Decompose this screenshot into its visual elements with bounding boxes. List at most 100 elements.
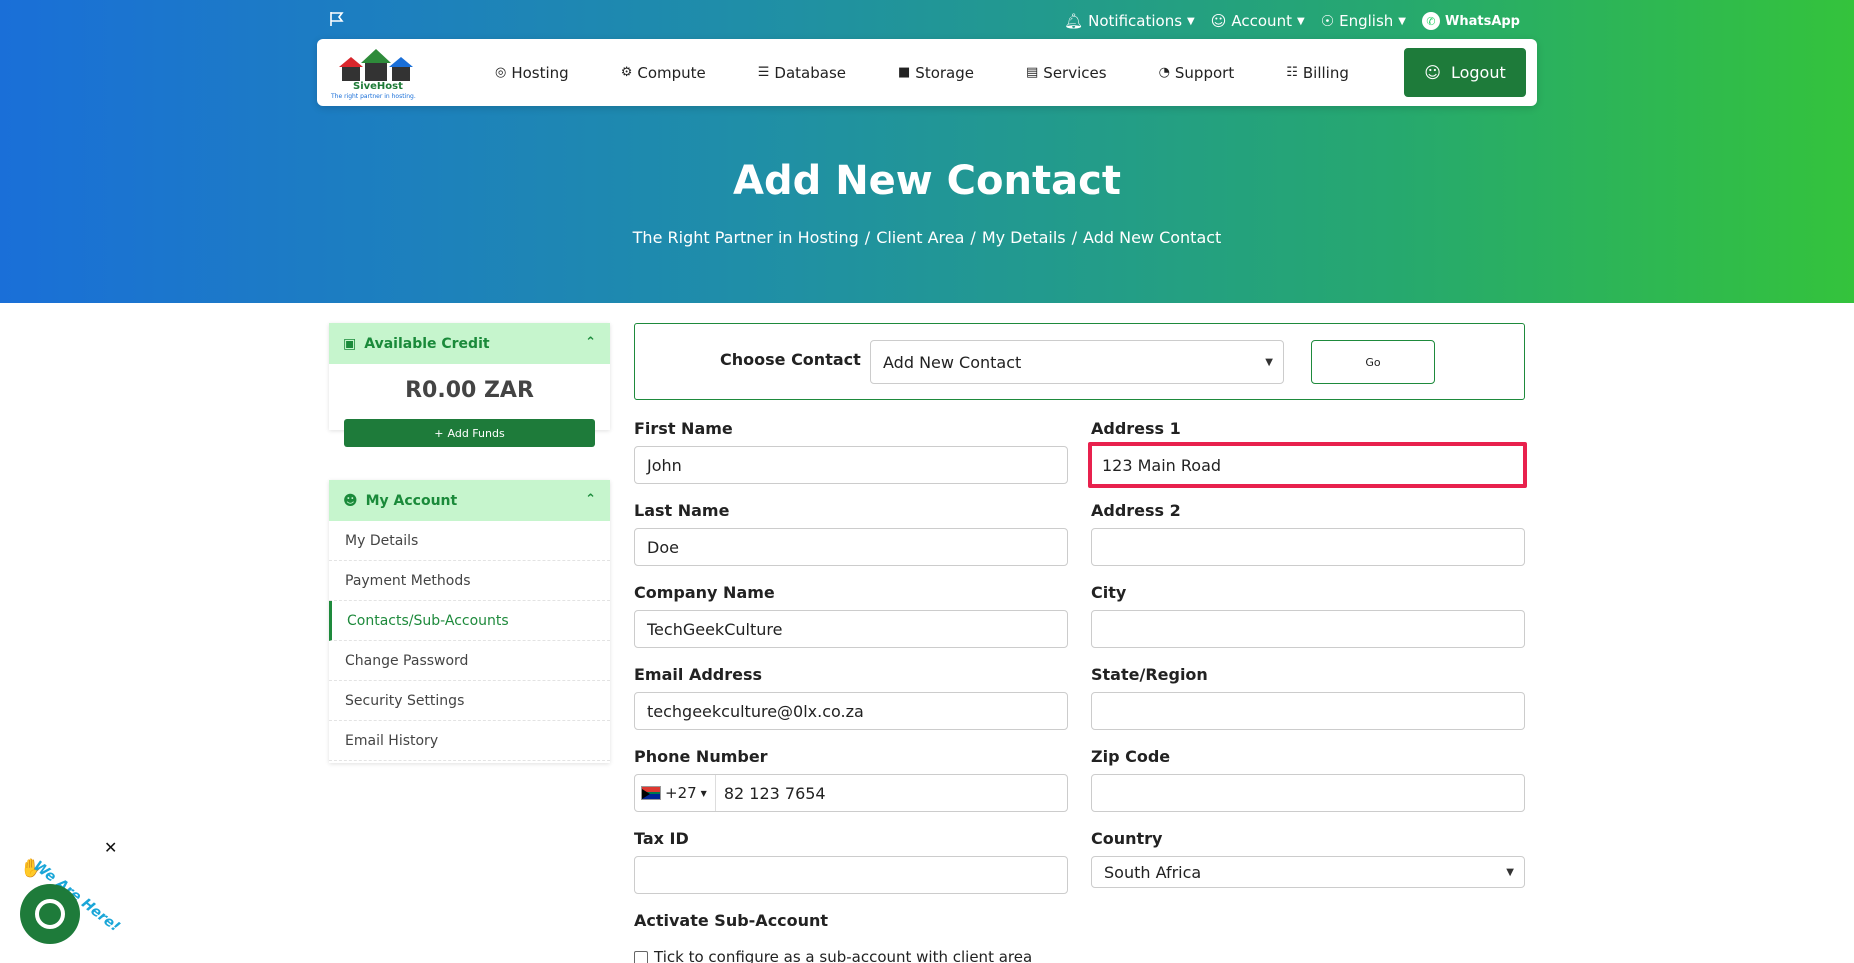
first-name-label: First Name <box>634 419 733 438</box>
sidebar-item-payment-methods[interactable]: Payment Methods <box>329 561 610 601</box>
headset-icon: ◔ <box>1158 65 1170 80</box>
chevron-down-icon: ▼ <box>1398 15 1406 27</box>
notifications-menu[interactable]: 🔔︎ Notifications ▼ <box>1064 12 1195 30</box>
nav-item-database[interactable]: ☰ Database <box>758 64 846 82</box>
breadcrumb: The Right Partner in Hosting / Client Area… <box>0 228 1854 247</box>
activate-subaccount-label: Activate Sub-Account <box>634 911 829 930</box>
country-code-picker[interactable]: +27 ▼ <box>641 775 716 811</box>
subaccount-checkbox[interactable] <box>634 951 648 963</box>
breadcrumb-item: Add New Contact <box>1083 228 1222 247</box>
city-field[interactable] <box>1091 610 1525 648</box>
document-icon: ☷ <box>1286 65 1298 80</box>
whatsapp-link[interactable]: ✆ WhatsApp <box>1422 12 1520 30</box>
nav-item-label: Billing <box>1302 63 1349 82</box>
tax-id-field[interactable] <box>634 856 1068 894</box>
address1-field[interactable]: 123 Main Road <box>1088 442 1527 488</box>
nav-item-label: Database <box>774 63 846 82</box>
nav-item-hosting[interactable]: ◎ Hosting <box>495 64 569 82</box>
available-credit-panel: ▣ Available Credit ⌃ R0.00 ZAR + Add Fun… <box>329 323 610 447</box>
address2-field[interactable] <box>1091 528 1525 566</box>
choose-contact-select[interactable]: Add New Contact ▼ <box>870 340 1284 384</box>
language-label: English <box>1339 12 1394 30</box>
chevron-down-icon: ▼ <box>1187 15 1195 27</box>
available-credit-title: Available Credit <box>364 335 490 352</box>
bell-icon: 🔔︎ <box>1064 12 1084 30</box>
go-button[interactable]: Go <box>1311 340 1435 384</box>
nav-item-billing[interactable]: ☷ Billing <box>1286 64 1349 82</box>
nav-item-label: Support <box>1174 63 1235 82</box>
add-funds-button[interactable]: + Add Funds <box>344 419 595 447</box>
city-label: City <box>1091 583 1127 602</box>
language-menu[interactable]: ☉ English ▼ <box>1321 12 1406 30</box>
breadcrumb-item[interactable]: My Details <box>982 228 1066 247</box>
nav-item-compute[interactable]: ⚙ Compute <box>621 64 706 82</box>
page-title: Add New Contact <box>733 158 1121 204</box>
plus-icon: + <box>434 426 444 440</box>
chevron-down-icon: ▼ <box>1506 866 1514 878</box>
globe-icon: ◎ <box>495 65 507 80</box>
gear-icon: ⚙ <box>620 65 633 80</box>
flag-icon[interactable] <box>328 10 346 28</box>
last-name-field[interactable]: Doe <box>634 528 1068 566</box>
chat-bubble-icon <box>35 899 65 929</box>
breadcrumb-item[interactable]: Client Area <box>876 228 964 247</box>
tax-id-label: Tax ID <box>634 829 689 848</box>
sidebar-item-security-settings[interactable]: Security Settings <box>329 681 610 721</box>
phone-field[interactable]: +27 ▼ 82 123 7654 <box>634 774 1068 812</box>
chevron-down-icon: ▼ <box>1265 356 1273 368</box>
country-code: +27 <box>665 784 697 802</box>
phone-label: Phone Number <box>634 747 768 766</box>
my-account-header[interactable]: ☻ My Account ⌃ <box>329 480 610 521</box>
state-field[interactable] <box>1091 692 1525 730</box>
breadcrumb-separator: / <box>970 228 976 247</box>
database-icon: ☰ <box>757 65 770 80</box>
nav-item-storage[interactable]: ■ Storage <box>898 64 974 82</box>
account-menu-list: My Details Payment Methods Contacts/Sub-Ac… <box>329 521 610 761</box>
address1-label: Address 1 <box>1091 419 1181 438</box>
first-name-field[interactable]: John <box>634 446 1068 484</box>
nav-item-label: Services <box>1043 63 1107 82</box>
logo-name: SiveHost <box>353 81 403 92</box>
site-logo[interactable]: SiveHost The right partner in hosting. <box>331 45 441 101</box>
main-navbar: SiveHost The right partner in hosting. ◎… <box>317 39 1537 106</box>
country-label: Country <box>1091 829 1163 848</box>
money-icon: ▣ <box>343 335 357 352</box>
subaccount-checkbox-label: Tick to configure as a sub-account with … <box>654 948 1033 963</box>
breadcrumb-separator: / <box>1071 228 1078 247</box>
zip-field[interactable] <box>1091 774 1525 812</box>
sidebar-item-contacts-sub-accounts[interactable]: Contacts/Sub-Accounts <box>329 601 610 641</box>
company-name-label: Company Name <box>634 583 775 602</box>
logout-button[interactable]: ☺ Logout <box>1404 48 1526 97</box>
company-name-field[interactable]: TechGeekCulture <box>634 610 1068 648</box>
top-utility-bar: 🔔︎ Notifications ▼ ☺ Account ▼ ☉ English… <box>1064 10 1520 32</box>
nav-item-label: Storage <box>915 63 974 82</box>
notifications-label: Notifications <box>1088 12 1183 30</box>
logout-label: Logout <box>1450 63 1506 82</box>
hero-banner: 🔔︎ Notifications ▼ ☺ Account ▼ ☉ English… <box>0 0 1854 303</box>
credit-amount: R0.00 ZAR <box>405 378 534 403</box>
zip-label: Zip Code <box>1091 747 1171 766</box>
available-credit-header[interactable]: ▣ Available Credit ⌃ <box>329 323 610 364</box>
sidebar-item-email-history[interactable]: Email History <box>329 721 610 761</box>
user-icon: ☻ <box>343 492 358 509</box>
sidebar-item-change-password[interactable]: Change Password <box>329 641 610 681</box>
choose-contact-box: Choose Contact Add New Contact ▼ Go <box>634 323 1525 400</box>
chat-launcher-button[interactable] <box>20 884 80 944</box>
add-funds-label: Add Funds <box>447 426 505 440</box>
nav-item-support[interactable]: ◔ Support <box>1159 64 1235 82</box>
user-icon: ☺ <box>1210 12 1227 30</box>
globe-icon: ☉ <box>1320 12 1335 30</box>
country-select[interactable]: South Africa ▼ <box>1091 856 1525 888</box>
choose-contact-value: Add New Contact <box>883 352 1022 372</box>
caret-down-icon: ▼ <box>700 788 707 798</box>
breadcrumb-item[interactable]: The Right Partner in Hosting <box>633 228 859 247</box>
sidebar-item-my-details[interactable]: My Details <box>329 521 610 561</box>
email-field[interactable]: techgeekculture@0lx.co.za <box>634 692 1068 730</box>
nav-menu: ◎ Hosting ⚙ Compute ☰ Database ■ Storage ▤ Servic… <box>495 39 1401 106</box>
nav-item-services[interactable]: ▤ Services <box>1026 64 1107 82</box>
email-label: Email Address <box>634 665 763 684</box>
account-menu[interactable]: ☺ Account ▼ <box>1211 12 1305 30</box>
chevron-up-icon: ⌃ <box>585 492 596 507</box>
close-icon[interactable]: ✕ <box>104 838 117 857</box>
nav-item-label: Hosting <box>511 63 569 82</box>
